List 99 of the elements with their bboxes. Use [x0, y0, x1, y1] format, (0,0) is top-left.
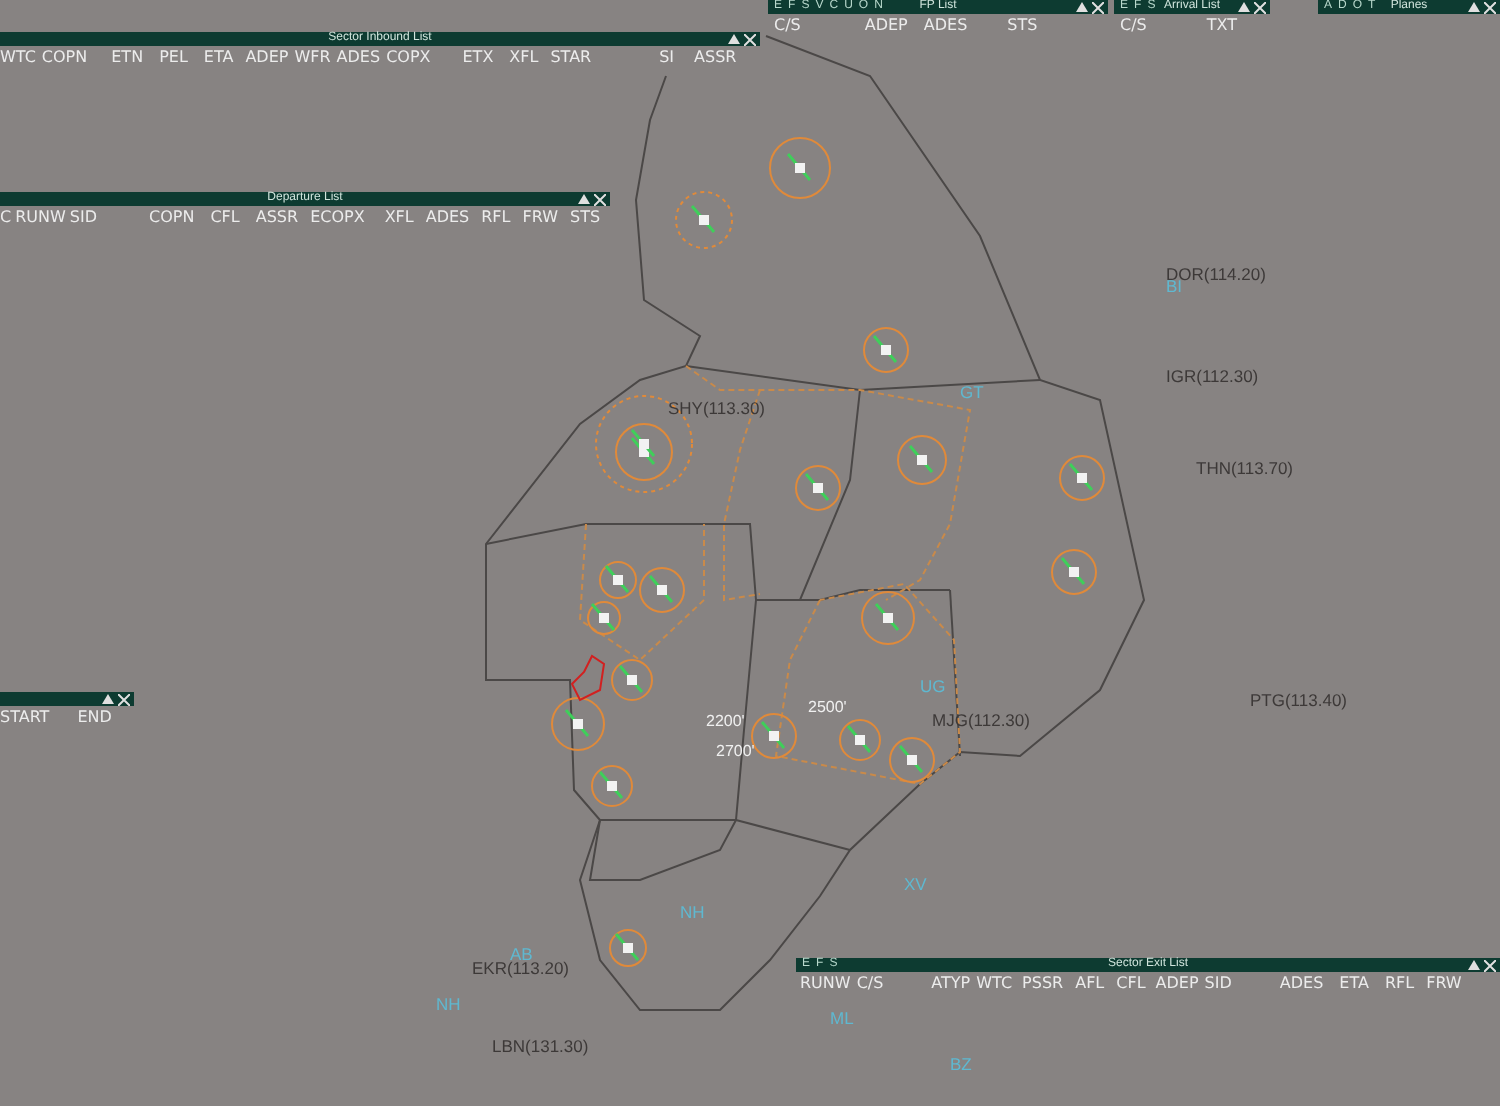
navaid-label: SHY(113.30) — [668, 398, 766, 418]
aircraft-symbol[interactable] — [863, 327, 909, 373]
waypoint-label: NH — [680, 902, 705, 922]
column-header: ADES — [923, 16, 968, 36]
close-icon[interactable] — [1484, 959, 1496, 971]
waypoint-label: AB — [510, 944, 533, 964]
close-icon[interactable] — [118, 693, 130, 705]
column-header: FRW — [1426, 974, 1462, 994]
column-header: STS — [1007, 16, 1038, 36]
column-header: ADES — [336, 48, 381, 68]
navaid-label: THN(113.70) — [1196, 458, 1293, 478]
minimize-icon[interactable] — [1238, 2, 1250, 12]
navaid-label: PTG(113.40) — [1250, 690, 1348, 710]
column-header: ETN — [111, 48, 144, 68]
column-header: AFL — [1075, 974, 1105, 994]
altitude-label: 2700' — [716, 742, 755, 760]
column-header: WTC — [976, 974, 1013, 994]
column-header: PEL — [159, 48, 188, 68]
navaid-label: LBN(131.30) — [492, 1036, 589, 1056]
altitude-label: 2500' — [808, 698, 847, 716]
column-header: ADEP — [864, 16, 908, 36]
column-header: XFL — [384, 208, 414, 228]
navaid-label: EKR(113.20) — [472, 958, 570, 978]
aircraft-symbol[interactable] — [897, 435, 947, 485]
restricted-area-drawing — [570, 654, 606, 702]
close-icon[interactable] — [1254, 1, 1266, 13]
aircraft-symbol[interactable] — [1059, 455, 1105, 501]
waypoint-label: UG — [920, 676, 946, 696]
minimize-icon[interactable] — [578, 194, 590, 204]
minimize-icon[interactable] — [1076, 2, 1088, 12]
column-header: PSSR — [1022, 974, 1064, 994]
column-header: CFL — [1116, 974, 1146, 994]
column-header: XFL — [509, 48, 539, 68]
close-icon[interactable] — [1484, 1, 1496, 13]
column-header: C — [0, 208, 12, 228]
aircraft-symbol[interactable] — [889, 737, 935, 783]
column-header: STS — [570, 208, 601, 228]
aircraft-symbol[interactable] — [611, 659, 653, 701]
column-header: COPN — [149, 208, 195, 228]
aircraft-symbol[interactable] — [599, 561, 637, 599]
aircraft-symbol[interactable] — [675, 191, 733, 249]
column-header: ASSR — [694, 48, 737, 68]
aircraft-symbol[interactable] — [769, 137, 831, 199]
column-header: RUNW — [800, 974, 851, 994]
column-header: ADES — [425, 208, 470, 228]
column-header: COPN — [41, 48, 88, 68]
column-header: ADEP — [245, 48, 289, 68]
minimize-icon[interactable] — [102, 694, 114, 704]
navaid-label: DOR(114.20) — [1166, 264, 1266, 284]
column-header: CFL — [210, 208, 240, 228]
close-icon[interactable] — [1092, 1, 1104, 13]
minimize-icon[interactable] — [728, 34, 740, 44]
column-header: ECOPX — [310, 208, 365, 228]
aircraft-symbol[interactable] — [591, 765, 633, 807]
aircraft-symbol[interactable] — [551, 697, 605, 751]
column-header: ATYP — [931, 974, 971, 994]
column-header: SID — [1204, 974, 1232, 994]
aircraft-symbol[interactable] — [751, 713, 797, 759]
column-header: COPX — [386, 48, 431, 68]
aircraft-symbol[interactable] — [587, 601, 621, 635]
aircraft-symbol[interactable] — [861, 591, 915, 645]
column-header: C/S — [1120, 16, 1147, 36]
column-header: STAR — [550, 48, 592, 68]
aircraft-symbol[interactable] — [1051, 549, 1097, 595]
waypoint-label: NH — [436, 994, 461, 1014]
column-header: ETA — [203, 48, 234, 68]
column-header: ETA — [1339, 974, 1369, 994]
column-header: WTC — [0, 48, 36, 68]
column-header: ADES — [1279, 974, 1324, 994]
column-header: C/S — [774, 16, 801, 36]
column-header: TXT — [1206, 16, 1237, 36]
column-header: SID — [69, 208, 98, 228]
navaid-label: IGR(112.30) — [1166, 366, 1259, 386]
aircraft-symbol[interactable] — [639, 567, 685, 613]
altitude-label: 2200' — [706, 712, 745, 730]
column-header: FRW — [522, 208, 558, 228]
aircraft-symbol[interactable] — [839, 719, 881, 761]
column-header: ETX — [462, 48, 494, 68]
column-header: WFR — [294, 48, 331, 68]
minimize-icon[interactable] — [1468, 960, 1480, 970]
column-header: RFL — [1384, 974, 1415, 994]
minimize-icon[interactable] — [1468, 2, 1480, 12]
column-header: ASSR — [255, 208, 299, 228]
aircraft-symbol[interactable] — [609, 929, 647, 967]
waypoint-label: XV — [904, 874, 927, 894]
waypoint-label: GT — [960, 382, 984, 402]
column-header: ADEP — [1155, 974, 1199, 994]
aircraft-symbol[interactable] — [795, 465, 841, 511]
column-header: RFL — [481, 208, 511, 228]
aircraft-symbol[interactable] — [615, 423, 673, 481]
column-header: C/S — [856, 974, 884, 994]
close-icon[interactable] — [744, 33, 756, 45]
column-header: SI — [659, 48, 675, 68]
column-header: END — [77, 708, 112, 728]
waypoint-label: ML — [830, 1008, 854, 1028]
waypoint-label: BZ — [950, 1054, 972, 1074]
column-header: RUNW — [15, 208, 66, 228]
close-icon[interactable] — [594, 193, 606, 205]
column-header: START — [0, 708, 50, 728]
